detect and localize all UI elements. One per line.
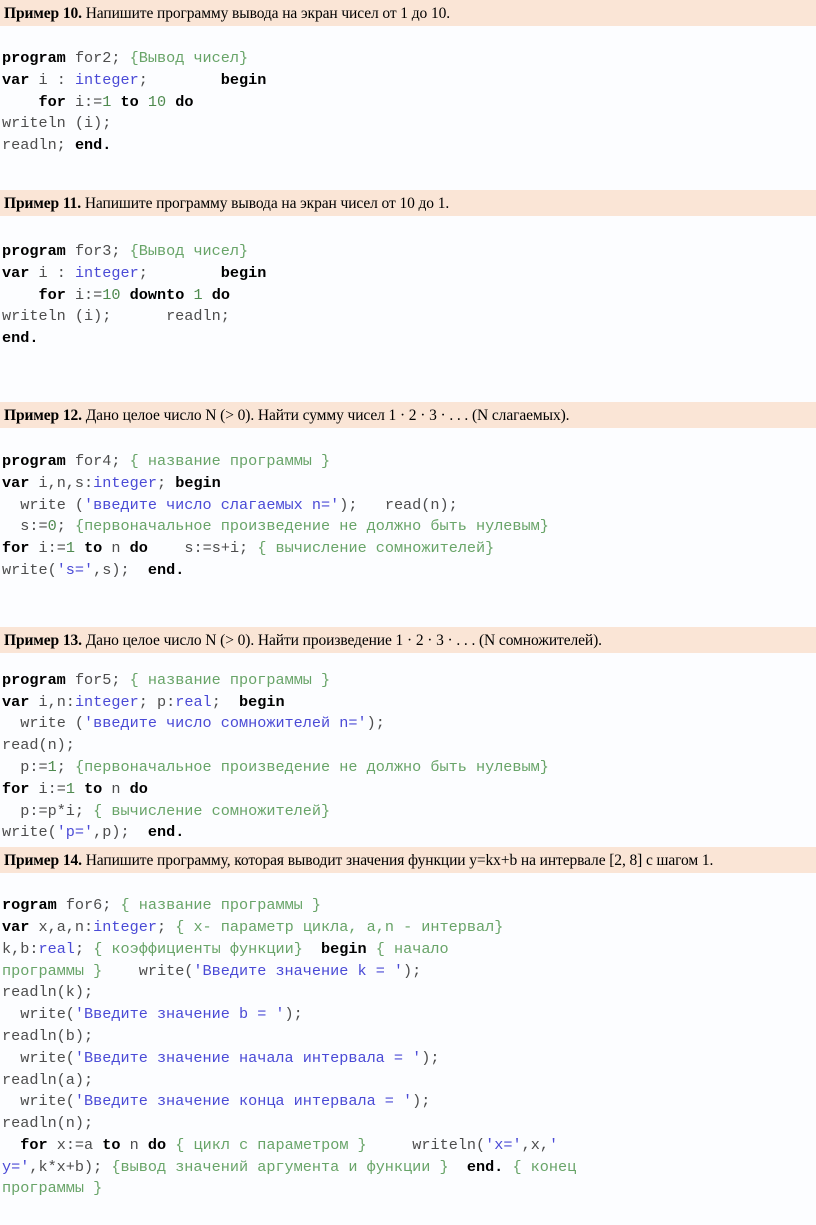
code-block-14: rogram for6; { название программы } var … bbox=[2, 896, 577, 1198]
task-text-13: Дано целое число N (> 0). Найти произвед… bbox=[85, 631, 602, 649]
code-block-11: program for3; {Вывод чисел} var i : inte… bbox=[2, 241, 267, 348]
task-text-14: Напишите программу, которая выводит знач… bbox=[85, 852, 714, 870]
task-header-10: Пример 10. Напишите программу вывода на … bbox=[0, 0, 816, 26]
code-block-13: program for5; { название программы } var… bbox=[2, 670, 549, 842]
task-label-13: Пример 13. bbox=[4, 631, 82, 649]
task-label-11: Пример 11. bbox=[4, 194, 82, 212]
task-label-10: Пример 10. bbox=[4, 5, 82, 22]
task-text-12: Дано целое число N (> 0). Найти сумму чи… bbox=[85, 406, 570, 424]
task-label-14: Пример 14. bbox=[4, 852, 82, 870]
task-text-11: Напишите программу вывода на экран чисел… bbox=[84, 194, 450, 212]
task-label-12: Пример 12. bbox=[4, 406, 82, 424]
code-block-10: program for2; {Вывод чисел} var i : inte… bbox=[2, 49, 267, 155]
task-header-13: Пример 13. Дано целое число N (> 0). Най… bbox=[0, 626, 816, 653]
code-block-12: program for4; { название программы } var… bbox=[2, 451, 549, 579]
task-header-11: Пример 11. Напишите программу вывода на … bbox=[0, 189, 816, 216]
task-header-14: Пример 14. Напишите программу, которая в… bbox=[0, 847, 816, 874]
task-header-12: Пример 12. Дано целое число N (> 0). Най… bbox=[0, 401, 816, 428]
task-text-10: Напишите программу вывода на экран чисел… bbox=[85, 5, 451, 22]
document-page: Пример 10. Напишите программу вывода на … bbox=[0, 0, 816, 1225]
